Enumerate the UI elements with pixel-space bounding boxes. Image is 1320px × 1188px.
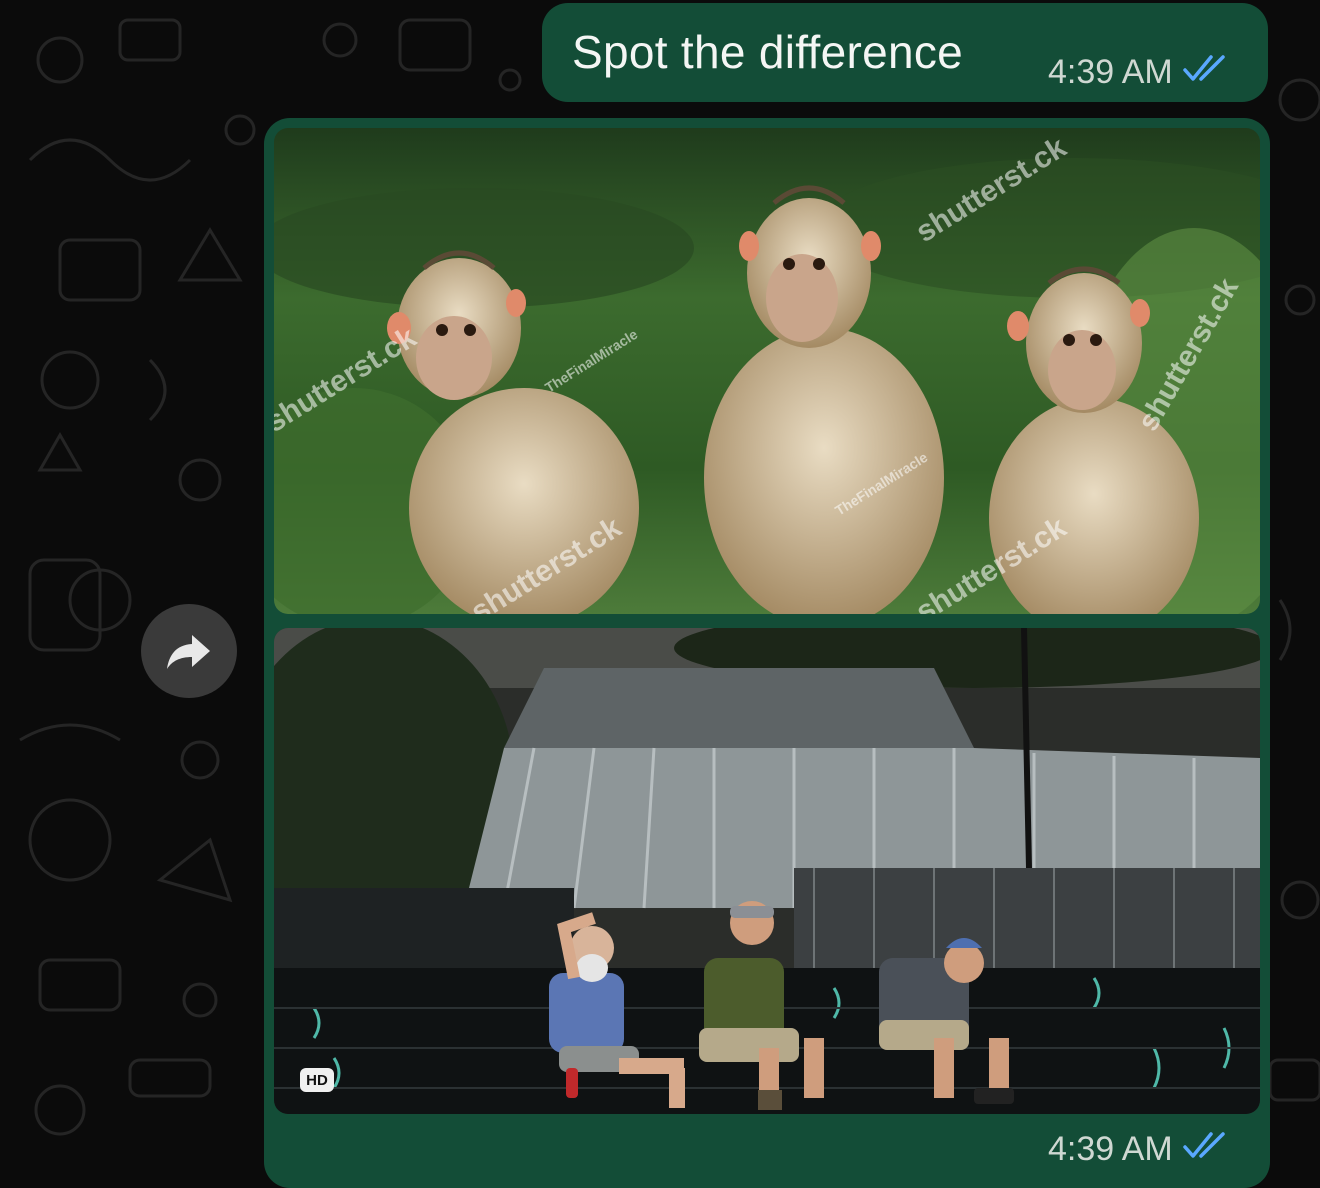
media-timestamp: 4:39 AM [1048, 1130, 1173, 1168]
message-text: Spot the difference [572, 26, 964, 78]
double-check-icon [1183, 1130, 1229, 1169]
monkeys-photo[interactable]: shutterst.ck shutterst.ck shutterst.ck s… [274, 128, 1260, 614]
outgoing-media-bubble[interactable]: shutterst.ck shutterst.ck shutterst.ck s… [264, 118, 1270, 1188]
double-check-icon [1183, 53, 1229, 92]
media-meta: 4:39 AM [1048, 1130, 1229, 1169]
outgoing-message-bubble[interactable]: Spot the difference 4:39 AM [542, 3, 1268, 102]
forward-arrow-icon [167, 635, 210, 669]
men-on-pipes-photo[interactable]: HD [274, 628, 1260, 1114]
message-meta: 4:39 AM [1048, 53, 1229, 92]
message-timestamp: 4:39 AM [1048, 53, 1173, 91]
hd-badge: HD [300, 1068, 334, 1092]
forward-button[interactable] [141, 604, 237, 698]
